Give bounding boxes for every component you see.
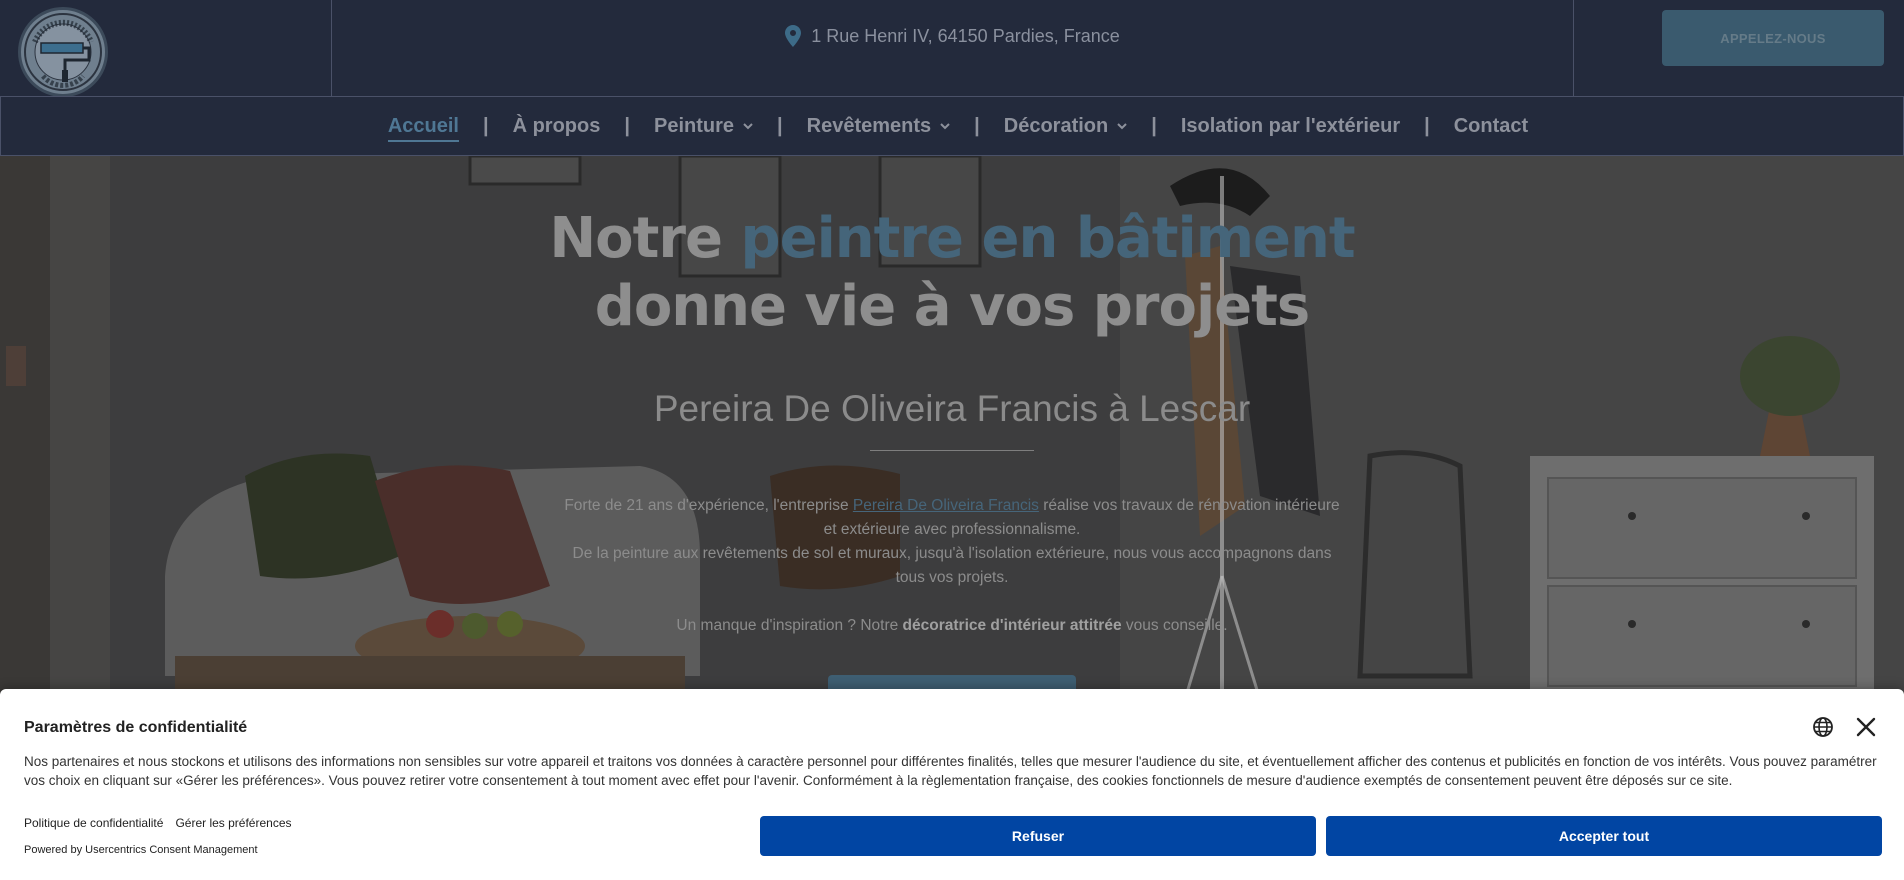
hero-title-line2: donne vie à vos projets (594, 274, 1311, 339)
logo-cell (0, 0, 332, 97)
nav-separator: | (777, 114, 783, 137)
para-text: Un manque d'inspiration ? Notre (676, 617, 903, 634)
nav-item-isolation[interactable]: Isolation par l'extérieur (1175, 106, 1406, 146)
chevron-down-icon (940, 123, 950, 130)
map-pin-icon (785, 25, 802, 47)
nav-item-accueil[interactable]: Accueil (382, 106, 465, 146)
globe-icon[interactable] (1812, 716, 1834, 738)
consent-text: Nos partenaires et nous stockons et util… (24, 754, 1877, 788)
nav-label: Peinture (653, 114, 735, 137)
nav-label: Décoration (1003, 114, 1109, 137)
nav-item-revetements[interactable]: Revêtements (801, 106, 957, 146)
address[interactable]: 1 Rue Henri IV, 64150 Pardies, France (785, 22, 1120, 50)
nav-item-contact[interactable]: Contact (1448, 106, 1534, 146)
address-cell: 1 Rue Henri IV, 64150 Pardies, France (332, 0, 1574, 96)
company-link[interactable]: Pereira De Oliveira Francis (853, 497, 1039, 514)
nav-item-a-propos[interactable]: À propos (507, 106, 607, 146)
nav-separator: | (482, 114, 489, 137)
consent-title: Paramètres de confidentialité (24, 719, 248, 736)
privacy-policy-link[interactable]: Politique de confidentialité (24, 816, 163, 830)
nav-list: Accueil | À propos | Peinture | Revêteme… (382, 106, 1534, 146)
hero-subtitle: Pereira De Oliveira Francis à Lescar (653, 388, 1251, 429)
address-text: 1 Rue Henri IV, 64150 Pardies, France (811, 25, 1120, 46)
nav-item-peinture[interactable]: Peinture (648, 106, 759, 146)
hero-title-text: Notre (549, 206, 741, 271)
para-text: Forte de 21 ans d'expérience, l'entrepri… (564, 497, 853, 514)
hero-paragraph-2: De la peinture aux revêtements de sol et… (572, 545, 1332, 586)
nav-item-decoration[interactable]: Décoration (998, 106, 1133, 146)
para-bold: décoratrice d'intérieur attitrée (902, 617, 1122, 634)
call-cell: APPELEZ-NOUS (1574, 0, 1904, 96)
para-text: vous conseille. (1121, 617, 1228, 634)
manage-preferences-link[interactable]: Gérer les préférences (175, 816, 291, 830)
close-icon[interactable] (1855, 716, 1877, 738)
nav-separator: | (1424, 114, 1430, 137)
main-nav: Accueil | À propos | Peinture | Revêteme… (0, 96, 1904, 156)
nav-label: Isolation par l'extérieur (1180, 114, 1401, 137)
accept-all-button[interactable]: Accepter tout (1326, 816, 1882, 856)
hero-paragraph-1: Forte de 21 ans d'expérience, l'entrepri… (560, 494, 1344, 542)
hero-paragraph-3: Un manque d'inspiration ? Notre décoratr… (560, 614, 1344, 638)
nav-label: Contact (1453, 114, 1529, 137)
hero-title-highlight: peintre en bâtiment (740, 206, 1356, 271)
company-logo[interactable] (18, 7, 108, 97)
chevron-down-icon (1117, 123, 1127, 130)
refuse-button[interactable]: Refuser (760, 816, 1316, 856)
nav-separator: | (974, 114, 980, 137)
hero-title-line1: Notre peintre en bâtiment (0, 206, 1904, 271)
logo-roller-icon (24, 13, 102, 91)
top-header: 1 Rue Henri IV, 64150 Pardies, France AP… (0, 0, 1904, 97)
nav-label: Accueil (387, 114, 459, 137)
nav-label: À propos (512, 114, 601, 137)
hero-divider (870, 450, 1034, 451)
nav-separator: | (1151, 114, 1157, 137)
powered-by-text: Powered by Usercentrics Consent Manageme… (24, 844, 258, 856)
consent-banner: Paramètres de confidentialité Nos parten… (0, 689, 1904, 880)
nav-label: Revêtements (806, 114, 932, 137)
consent-links: Politique de confidentialité Gérer les p… (24, 816, 292, 830)
nav-separator: | (624, 114, 630, 137)
call-us-button[interactable]: APPELEZ-NOUS (1662, 10, 1884, 66)
chevron-down-icon (743, 123, 753, 130)
